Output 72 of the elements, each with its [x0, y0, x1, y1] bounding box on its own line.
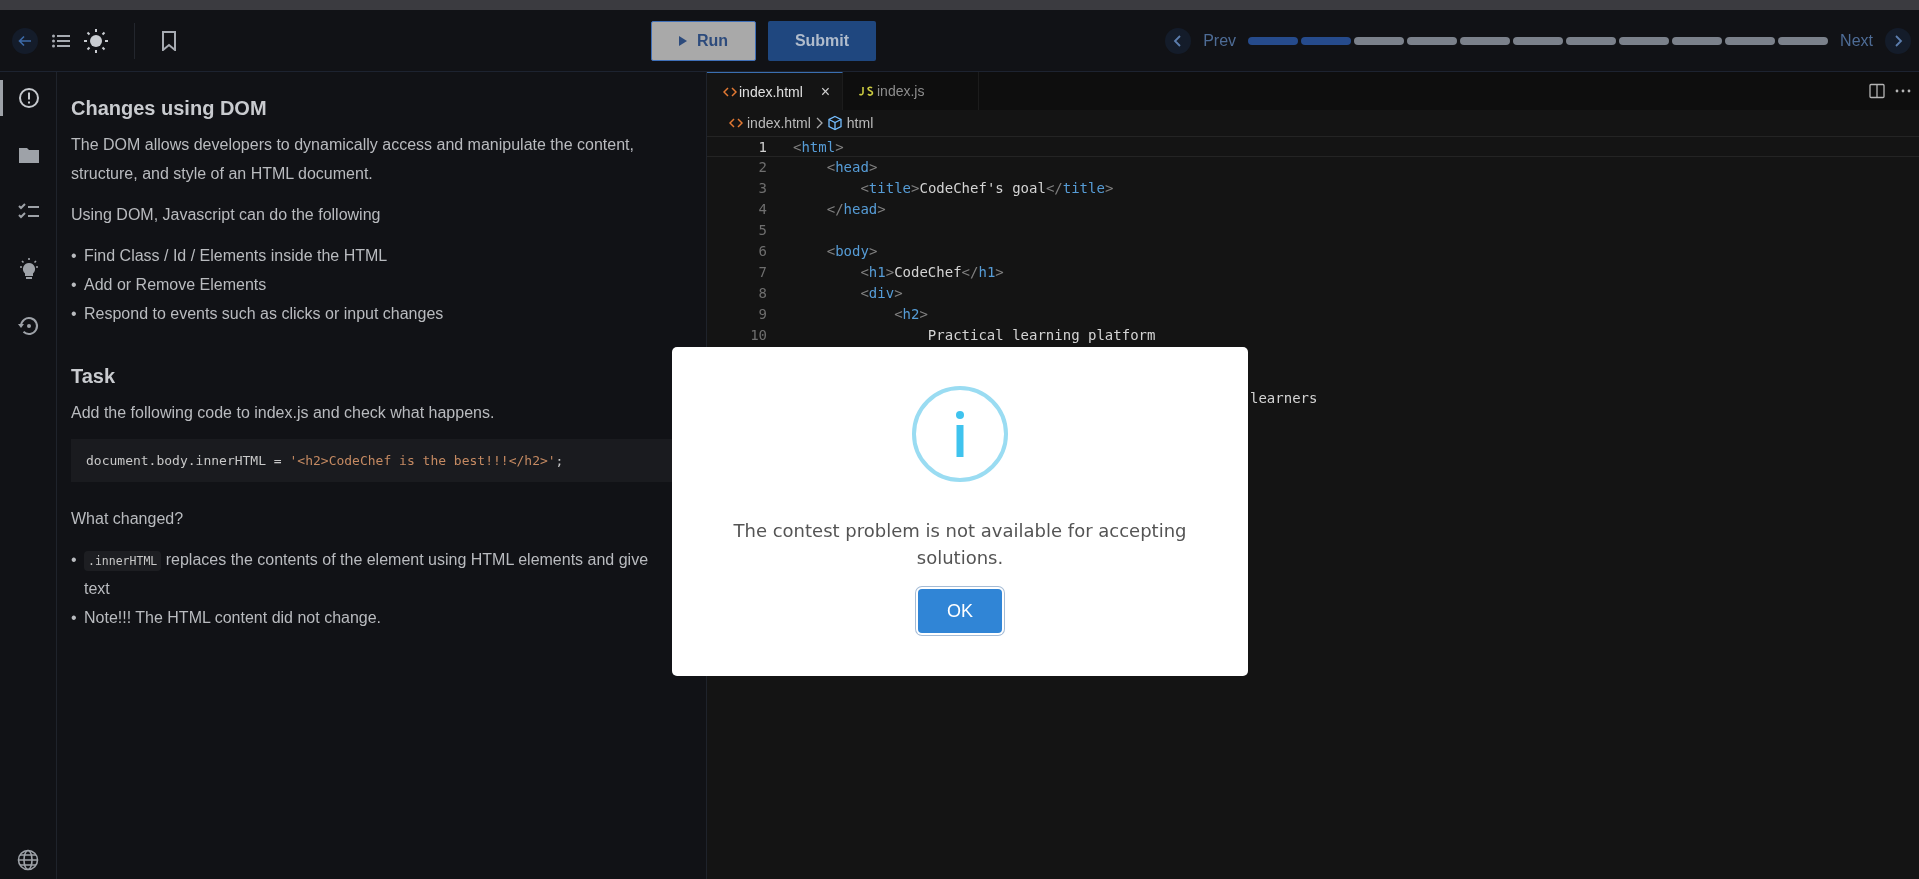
question-text: What changed? [71, 509, 185, 529]
code-line: Practical learning platform [926, 326, 1156, 345]
code-brackets-icon [723, 86, 737, 97]
task-text: Add the following code to index.js and check what happens. [71, 403, 496, 423]
progress-step[interactable] [1460, 36, 1511, 45]
line-number: 4 [757, 200, 768, 219]
line-number: 5 [757, 221, 768, 240]
progress-step[interactable] [1725, 36, 1776, 45]
task-title: Task [71, 364, 117, 389]
intro-paragraph: The DOM allows developers to dynamically access and manipulate the content, structure, and style of an HTML document. [71, 135, 635, 184]
chevron-left-icon [1173, 34, 1184, 47]
progress-step[interactable] [1619, 36, 1670, 45]
note-text: replaces the contents of the element using HTML elements and give [165, 551, 649, 568]
cube-icon [826, 115, 843, 131]
bookmark-icon[interactable] [161, 30, 177, 51]
code-line: <h1>CodeChef</h1> [859, 263, 1004, 282]
sun-icon[interactable] [84, 28, 108, 53]
progress-step[interactable] [1513, 36, 1564, 45]
breadcrumb-item[interactable]: index.html [747, 115, 811, 131]
inline-code: .innerHTML [84, 551, 162, 571]
bullet-item: • Respond to events such as clicks or input changes [71, 304, 445, 324]
file-tab[interactable]: index.html × [707, 72, 843, 110]
line-number: 2 [757, 158, 768, 177]
next-arrow-button[interactable] [1885, 27, 1911, 54]
progress-step[interactable] [1566, 36, 1617, 45]
js-icon [859, 86, 875, 96]
code-brackets-icon [729, 118, 743, 128]
code-line: </head> [825, 200, 886, 219]
note-item: • Note!!! The HTML content did not change. [71, 608, 383, 628]
code-line: <div> [859, 284, 903, 303]
line-number: 10 [749, 326, 768, 345]
bullet-item: • Add or Remove Elements [71, 275, 268, 295]
code-line: <title>CodeChef's goal</title> [859, 179, 1114, 198]
code-line: <head> [825, 158, 878, 177]
close-icon[interactable]: × [820, 82, 830, 101]
progress-step[interactable] [1407, 36, 1458, 45]
bullet-item: • Find Class / Id / Elements inside the HTML [71, 246, 389, 266]
line-number: 9 [757, 305, 768, 324]
chevron-icon [814, 117, 823, 129]
run-button[interactable]: Run [651, 20, 756, 61]
info-icon [911, 385, 1009, 483]
play-icon [678, 35, 687, 46]
next-link[interactable]: Next [1836, 31, 1877, 50]
code-line: <body> [825, 242, 878, 261]
lead-text: Using DOM, Javascript can do the following [71, 205, 382, 225]
line-number: 1 [757, 138, 768, 156]
back-button[interactable] [12, 27, 38, 54]
line-number: 7 [757, 263, 768, 282]
chevron-right-icon [1893, 34, 1903, 47]
code-line: <html> [793, 138, 844, 156]
arrow-left-icon [18, 33, 32, 48]
split-editor-icon[interactable] [1869, 83, 1885, 99]
progress-step[interactable] [1672, 36, 1723, 45]
line-number: 3 [757, 179, 768, 198]
code-line: learners [1249, 389, 1318, 408]
ok-button[interactable]: OK [918, 589, 1002, 633]
breadcrumb-item[interactable]: html [846, 115, 874, 131]
globe-icon[interactable] [17, 849, 39, 871]
progress-step[interactable] [1354, 36, 1405, 45]
prev-link[interactable]: Prev [1199, 31, 1241, 50]
more-icon[interactable] [1895, 89, 1911, 93]
line-number: 8 [757, 284, 768, 303]
problem-title: Changes using DOM [71, 96, 268, 121]
line-number: 6 [757, 242, 768, 261]
note-text-continued: text [84, 580, 110, 597]
dialog-message: The contest problem is not available for accepting solutions. [732, 519, 1188, 570]
bullet-mark: • [71, 550, 78, 570]
prev-arrow-button[interactable] [1165, 27, 1192, 54]
code-line: <h2> [893, 305, 928, 324]
list-icon[interactable] [52, 33, 70, 48]
progress-step[interactable] [1778, 36, 1829, 45]
submit-button[interactable]: Submit [768, 20, 876, 61]
